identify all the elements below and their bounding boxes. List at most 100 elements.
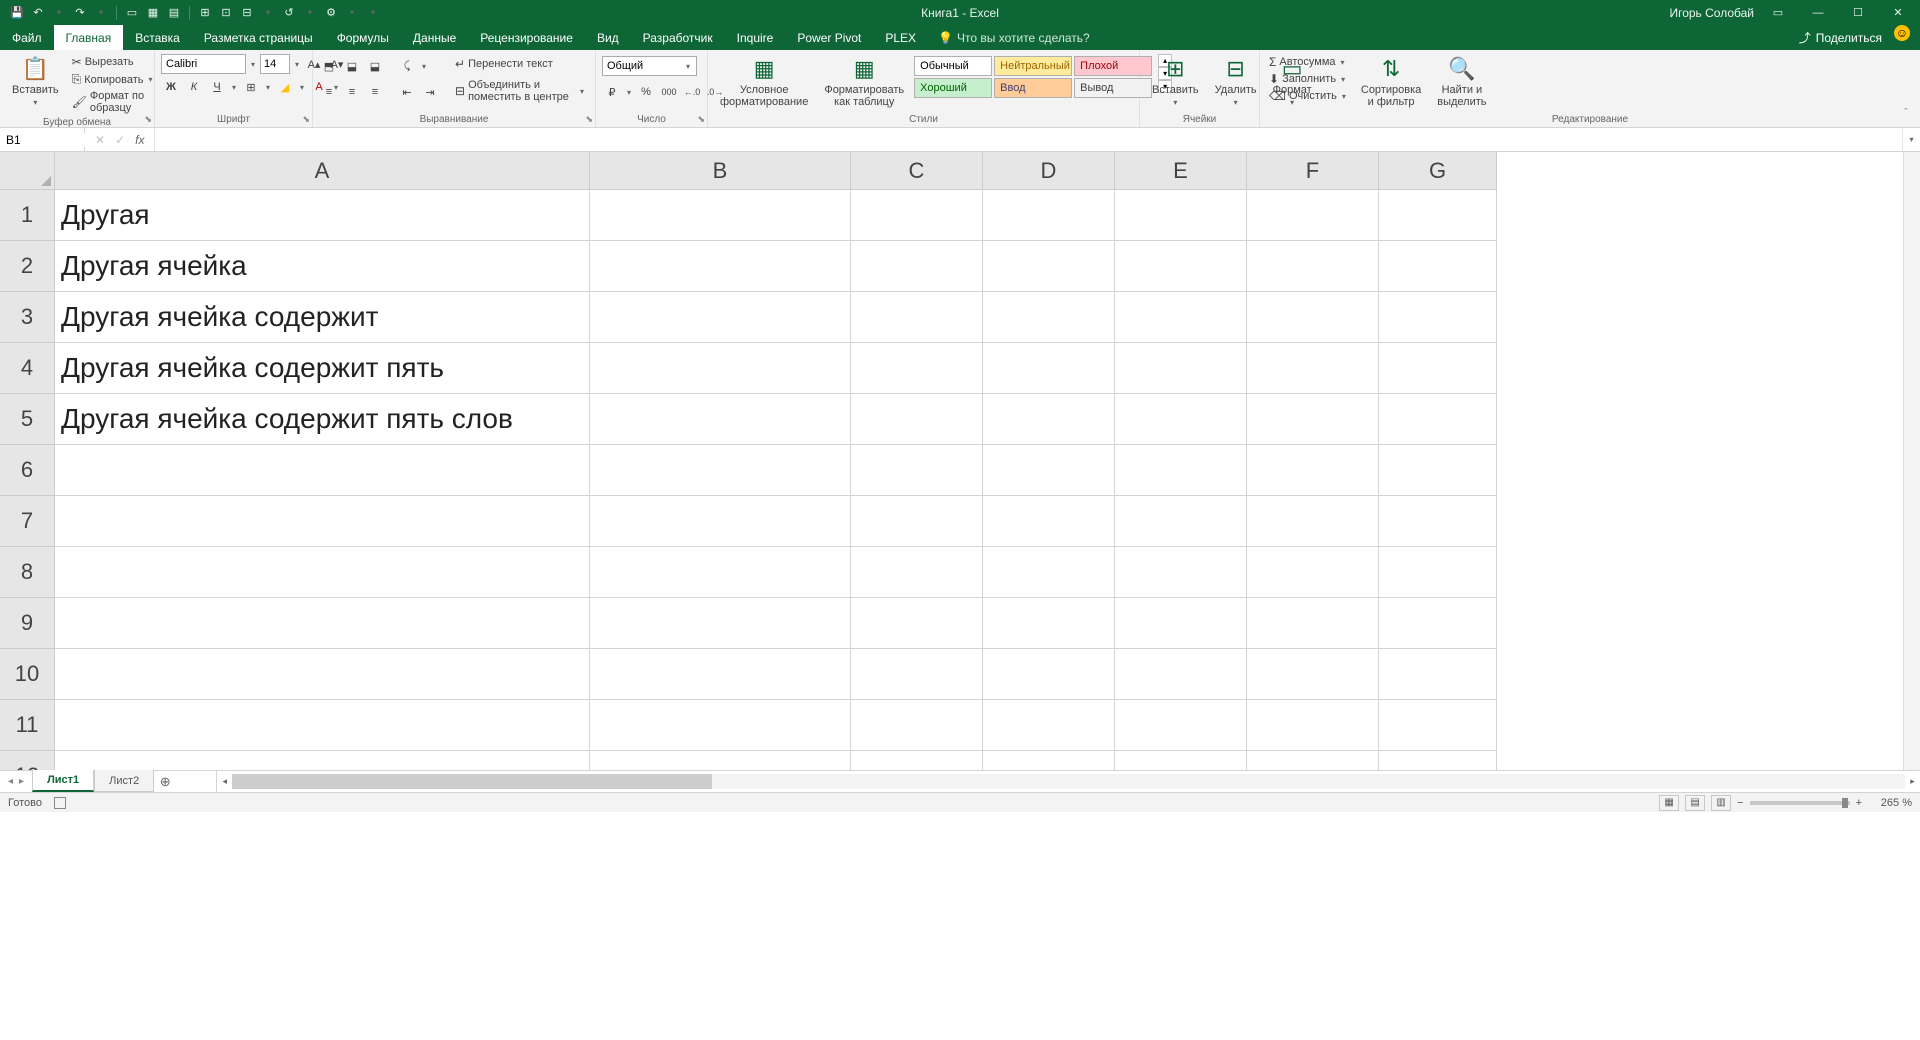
cell[interactable] [851,496,983,547]
expand-formula-bar-icon[interactable]: ▾ [1902,128,1920,151]
style-input[interactable]: Ввод [994,78,1072,98]
cell[interactable] [1115,700,1247,751]
cell[interactable] [851,292,983,343]
cell[interactable] [1379,547,1497,598]
percent-format-icon[interactable]: % [636,82,656,102]
zoom-slider[interactable] [1750,801,1850,805]
cell[interactable] [1115,496,1247,547]
row-header[interactable]: 3 [0,292,55,343]
style-neutral[interactable]: Нейтральный [994,56,1072,76]
copy-button[interactable]: ⎘Копировать▾ [69,71,158,88]
cell[interactable] [1379,496,1497,547]
dialog-launcher-icon[interactable]: ⬊ [144,114,152,125]
share-button[interactable]: ⤴ Поделиться [1787,25,1894,50]
qat-dropdown[interactable]: ▾ [301,4,319,22]
cell[interactable] [1115,547,1247,598]
tab-home[interactable]: Главная [54,25,124,50]
cell[interactable] [590,649,851,700]
cell[interactable] [851,700,983,751]
cell[interactable] [983,343,1115,394]
tab-file[interactable]: Файл [0,25,54,50]
tell-me-search[interactable]: 💡 Что вы хотите сделать? [928,25,1100,50]
minimize-icon[interactable]: — [1802,3,1834,23]
cell[interactable] [1379,241,1497,292]
column-header[interactable]: D [983,152,1115,190]
cell[interactable] [1247,394,1379,445]
decrease-indent-icon[interactable]: ⇤ [397,82,417,102]
cell[interactable] [983,241,1115,292]
column-header[interactable]: E [1115,152,1247,190]
cell[interactable] [1115,394,1247,445]
cell[interactable] [55,700,590,751]
cell[interactable] [851,445,983,496]
save-icon[interactable]: 💾 [8,4,26,22]
cell[interactable] [983,751,1115,770]
cells-area[interactable]: ДругаяДругая ячейкаДругая ячейка содержи… [55,190,1920,770]
sheet-nav[interactable]: ◂▸ [0,771,32,792]
increase-decimal-icon[interactable]: ←.0 [682,82,702,102]
chevron-down-icon[interactable]: ▾ [420,62,428,71]
cell[interactable] [851,190,983,241]
row-header[interactable]: 12 [0,751,55,770]
chevron-down-icon[interactable]: ▾ [230,83,238,92]
cell[interactable] [1247,649,1379,700]
qat-custom-7[interactable]: ↺ [280,4,298,22]
cell[interactable] [590,394,851,445]
cell[interactable] [1379,190,1497,241]
cell[interactable] [1115,292,1247,343]
cell[interactable] [1379,751,1497,770]
align-bottom-icon[interactable]: ⬓ [365,56,385,76]
paste-button[interactable]: 📋 Вставить ▾ [6,54,65,109]
cell[interactable] [590,700,851,751]
column-header[interactable]: B [590,152,851,190]
add-sheet-button[interactable]: ⊕ [154,771,176,792]
formula-input[interactable] [155,128,1902,151]
fill-color-button[interactable]: ◢ [275,77,295,97]
increase-indent-icon[interactable]: ⇥ [420,82,440,102]
align-center-icon[interactable]: ≡ [342,82,362,102]
cell[interactable] [1247,547,1379,598]
cell[interactable] [851,547,983,598]
cell[interactable]: Другая [55,190,590,241]
number-format-combo[interactable]: Общий ▾ [602,56,697,76]
format-painter-button[interactable]: 🖌Формат по образцу [69,89,158,115]
align-right-icon[interactable]: ≡ [365,82,385,102]
fill-button[interactable]: ⬇Заполнить▾ [1266,71,1351,87]
cell[interactable] [983,649,1115,700]
cell[interactable] [1379,700,1497,751]
orientation-icon[interactable]: ⤹ [397,56,417,76]
qat-custom-8[interactable]: ⚙ [322,4,340,22]
cell[interactable] [590,241,851,292]
cell[interactable] [983,292,1115,343]
cell[interactable]: Другая ячейка содержит пять слов [55,394,590,445]
cancel-formula-icon[interactable]: ✕ [91,133,109,147]
bold-button[interactable]: Ж [161,77,181,97]
close-icon[interactable]: ✕ [1882,3,1914,23]
align-middle-icon[interactable]: ⬓ [342,56,362,76]
cell[interactable] [1115,343,1247,394]
sheet-next-icon[interactable]: ▸ [19,776,24,787]
row-header[interactable]: 7 [0,496,55,547]
zoom-percent[interactable]: 265 % [1868,797,1912,809]
clear-button[interactable]: ⌫Очистить▾ [1266,88,1351,104]
font-name-combo[interactable] [161,54,246,74]
cell[interactable]: Другая ячейка содержит пять [55,343,590,394]
column-header[interactable]: A [55,152,590,190]
cell[interactable] [851,241,983,292]
cell[interactable] [1115,445,1247,496]
chevron-down-icon[interactable]: ▾ [249,60,257,69]
scroll-right-icon[interactable]: ▸ [1905,774,1920,789]
maximize-icon[interactable]: ☐ [1842,3,1874,23]
row-header[interactable]: 5 [0,394,55,445]
cell[interactable] [851,343,983,394]
cell[interactable] [590,547,851,598]
cell[interactable] [55,445,590,496]
align-left-icon[interactable]: ≡ [319,82,339,102]
zoom-out-icon[interactable]: − [1737,797,1743,809]
cell[interactable] [1115,241,1247,292]
autosum-button[interactable]: ΣАвтосумма▾ [1266,54,1351,70]
cell[interactable] [1247,700,1379,751]
cell[interactable] [590,598,851,649]
view-page-layout-icon[interactable]: ▤ [1685,795,1705,811]
qat-custom-5[interactable]: ⊡ [217,4,235,22]
